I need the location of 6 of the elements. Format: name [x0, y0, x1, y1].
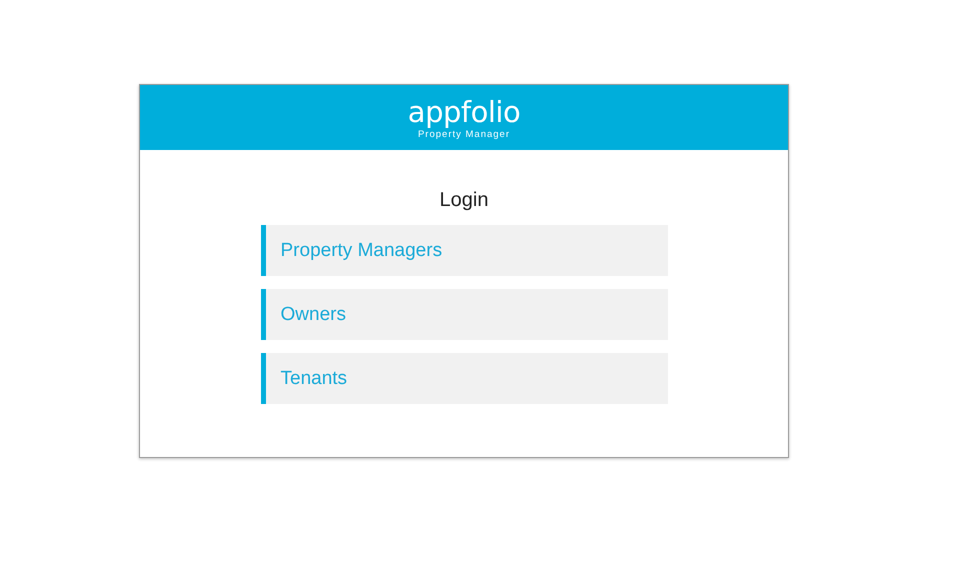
login-option[interactable]: Owners	[260, 289, 668, 340]
logo: appfolio	[408, 96, 520, 126]
login-option[interactable]: Tenants	[260, 353, 668, 404]
logo-subtitle: Property Manager	[418, 128, 510, 140]
login-title: Login	[440, 188, 488, 212]
login-option[interactable]: Property Managers	[260, 225, 668, 276]
